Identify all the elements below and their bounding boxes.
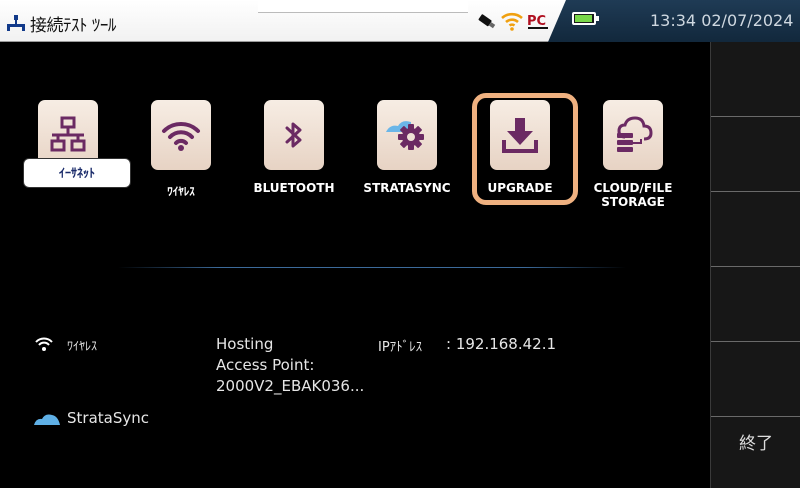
svg-text:PC: PC <box>527 14 546 29</box>
battery-level <box>575 15 593 22</box>
pc-icon: PC <box>527 14 548 29</box>
bluetooth-tile[interactable] <box>264 100 324 170</box>
hosting-line-2: Access Point: <box>216 356 315 374</box>
cloud-storage-tile[interactable] <box>603 100 663 170</box>
upgrade-tile-label: UPGRADE <box>487 181 553 195</box>
cloud-storage-icon <box>617 116 653 152</box>
wireless-tile-label: ﾜｲﾔﾚｽ <box>167 185 195 198</box>
stratasync-tile[interactable] <box>377 100 437 170</box>
stratasync-cloud-icon <box>34 414 60 425</box>
ip-address-value: : 192.168.42.1 <box>446 335 557 353</box>
upgrade-tile[interactable] <box>490 100 550 170</box>
wireless-status-icon <box>35 337 53 351</box>
clock: 13:34 02/07/2024 <box>650 11 794 30</box>
hosting-ssid: 2000V2_EBAK036... <box>216 377 365 395</box>
wireless-status-label: ﾜｲﾔﾚｽ <box>67 339 98 353</box>
wifi-icon <box>162 121 200 151</box>
stratasync-gear-icon <box>386 121 424 150</box>
wifi-icon <box>501 12 523 31</box>
rail-separator <box>711 191 800 192</box>
rail-separator <box>711 116 800 117</box>
app-title: 接続ﾃｽﾄ ﾂｰﾙ <box>30 16 116 36</box>
bluetooth-tile-label: BLUETOOTH <box>253 181 335 195</box>
soft-key-rail: 終了 <box>710 42 800 488</box>
wireless-tile[interactable] <box>151 100 211 170</box>
bluetooth-icon <box>285 122 302 148</box>
ethernet-selected-label[interactable]: ｲｰｻﾈｯﾄ <box>23 158 131 188</box>
section-divider <box>118 267 626 268</box>
network-app-icon <box>7 15 25 31</box>
download-icon <box>502 118 538 153</box>
hosting-line-1: Hosting <box>216 335 274 353</box>
exit-button[interactable]: 終了 <box>711 417 800 472</box>
ethernet-icon <box>50 116 86 152</box>
stratasync-status-label: StrataSync <box>67 409 149 427</box>
title-bar: 接続ﾃｽﾄ ﾂｰﾙ PC 13:34 02/07/2024 <box>0 0 800 42</box>
title-bar-gap <box>258 0 468 13</box>
rail-separator <box>711 341 800 342</box>
cloud-storage-tile-label: CLOUD/FILE STORAGE <box>593 181 673 209</box>
rail-separator <box>711 266 800 267</box>
ip-address-label: IPｱﾄﾞﾚｽ <box>378 340 423 355</box>
stratasync-tile-label: STRATASYNC <box>363 181 451 195</box>
usb-icon <box>478 14 496 29</box>
battery-icon <box>572 12 599 25</box>
